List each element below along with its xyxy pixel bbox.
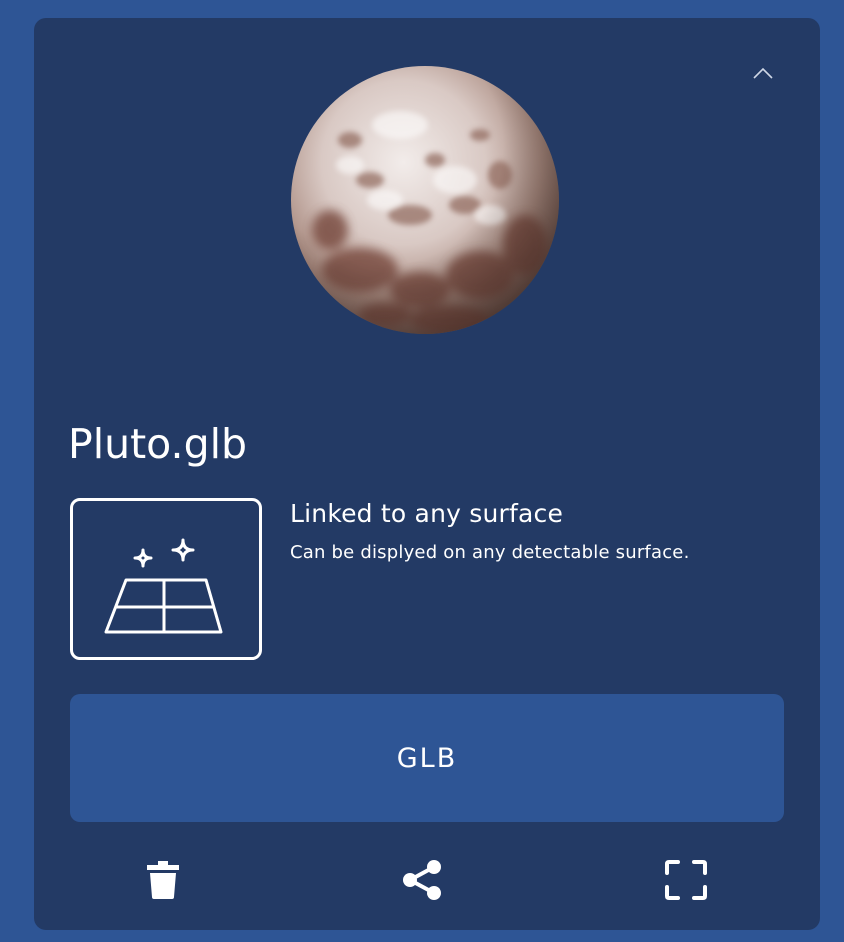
surface-sparkle-icon bbox=[104, 538, 223, 634]
placement-heading: Linked to any surface bbox=[290, 499, 564, 528]
share-button[interactable] bbox=[398, 856, 446, 904]
model-title: Pluto.glb bbox=[68, 420, 248, 468]
trash-icon bbox=[147, 861, 179, 899]
format-button[interactable]: GLB bbox=[70, 694, 784, 822]
placement-description: Can be displyed on any detectable surfac… bbox=[290, 542, 690, 563]
model-preview[interactable] bbox=[290, 65, 560, 335]
model-card: Pluto.glb Linked to any surface Can be d… bbox=[34, 18, 820, 930]
delete-button[interactable] bbox=[139, 856, 187, 904]
placement-type-badge bbox=[70, 498, 262, 660]
share-icon bbox=[403, 860, 441, 900]
pluto-model-image bbox=[291, 66, 559, 334]
fullscreen-icon bbox=[665, 860, 707, 900]
chevron-up-icon bbox=[753, 67, 773, 79]
fullscreen-button[interactable] bbox=[662, 856, 710, 904]
collapse-button[interactable] bbox=[746, 58, 780, 88]
